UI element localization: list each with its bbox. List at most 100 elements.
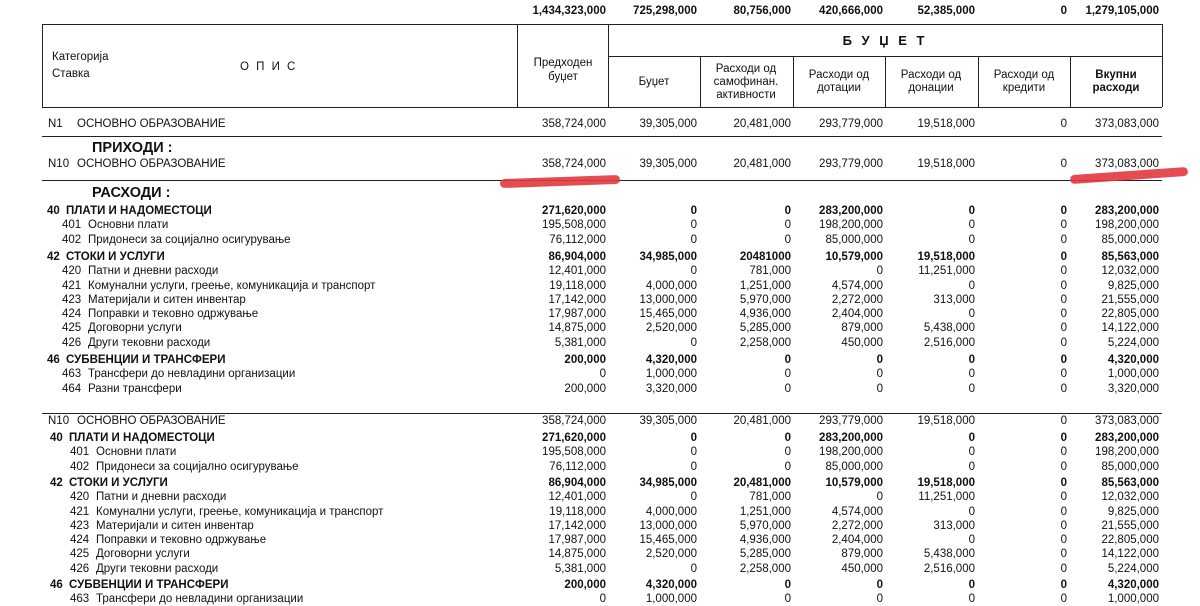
line-item-label: СТОКИ И УСЛУГИ	[69, 476, 168, 489]
line-item-label: Комунални услуги, греење, комуникација и…	[96, 505, 384, 518]
line-item-label: Патни и дневни расходи	[88, 265, 219, 278]
line-item-label: Материјали и ситен инвентар	[96, 519, 254, 532]
line-item-label: Придонеси за социјално осигурување	[88, 233, 291, 246]
total-expenditures-value: 5,224,000	[1107, 336, 1159, 349]
line-item-code: 424	[70, 534, 90, 547]
header-bottom-border	[42, 107, 1162, 108]
total-expenditures-value: 1,000,000	[1107, 593, 1159, 606]
line-item-label: ПЛАТИ И НАДОМЕСТОЦИ	[69, 432, 215, 444]
line-item-label: Разни трансфери	[88, 382, 182, 395]
total-expenditures-value: 22,805,000	[1101, 534, 1159, 547]
total-expenditures-value: 3,320,000	[1107, 382, 1159, 395]
total-expenditures-value: 14,122,000	[1101, 548, 1159, 561]
column-header-grants: Расходи од	[808, 69, 870, 81]
line-item-code: 421	[70, 505, 90, 518]
total-expenditures-value: 12,032,000	[1101, 265, 1159, 278]
row-code: N1	[48, 118, 63, 130]
total-expenditures-value: 198,200,000	[1095, 219, 1159, 232]
line-item-code: 402	[70, 460, 90, 473]
line-item-code: 464	[62, 382, 82, 395]
row-label: ОСНОВНО ОБРАЗОВАНИЕ	[77, 118, 226, 130]
line-item-label: Трансфери до невладини организации	[96, 593, 304, 606]
line-item-label: Придонеси за социјално осигурување	[96, 460, 299, 473]
expenditures-heading: РАСХОДИ :	[92, 185, 171, 201]
total-expenditures-value: 198,200,000	[1095, 446, 1159, 459]
line-item-label: СУБВЕНЦИИ И ТРАНСФЕРИ	[69, 579, 229, 591]
total-expenditures-value: 9,825,000	[1107, 279, 1159, 292]
column-header-total-expenditures: расходи	[1092, 82, 1140, 94]
total-expenditures-value: 14,122,000	[1101, 322, 1159, 335]
total-expenditures-value: 4,320,000	[1107, 354, 1159, 366]
row-label: ОСНОВНО ОБРАЗОВАНИЕ	[77, 158, 226, 170]
row-code: N10	[48, 158, 70, 170]
section-divider	[42, 136, 1162, 137]
row-label: ОСНОВНО ОБРАЗОВАНИЕ	[77, 415, 226, 427]
column-header-donations: донации	[908, 82, 954, 94]
red-highlight-mark	[499, 174, 621, 189]
line-item-code: 421	[62, 279, 82, 292]
budget-document-page: 1,434,323,000 725,298,000 80,756,000 420,66…	[0, 0, 1200, 605]
column-header-total-expenditures: Вкупни	[1095, 69, 1137, 81]
line-item-code: 420	[62, 265, 82, 278]
column-header-donations: Расходи од	[900, 69, 962, 81]
category-header: Категорија	[52, 51, 109, 63]
line-item-code: 420	[70, 491, 90, 504]
line-item-code: 40	[47, 205, 60, 217]
previous-budget-header-line1: Предходен	[533, 57, 593, 69]
line-item-label: Други тековни расходи	[88, 336, 211, 349]
line-item-label: Поправки и тековно одржување	[88, 308, 259, 321]
total-expenditures-value: 283,200,000	[1095, 432, 1159, 444]
total-expenditures-value: 85,563,000	[1101, 250, 1159, 263]
total-expenditures-value: 85,000,000	[1101, 460, 1159, 473]
column-header-self-financing: самофинан.	[713, 75, 779, 88]
line-item-code: 426	[62, 336, 82, 349]
total-expenditures-value: 283,200,000	[1095, 205, 1159, 217]
column-header-budget: Буџет	[638, 75, 670, 88]
header-left-border	[42, 24, 43, 107]
total-expenditures-value: 85,000,000	[1101, 233, 1159, 246]
column-header-self-financing: Расходи од	[715, 62, 777, 75]
line-item-code: 42	[47, 250, 60, 263]
line-item-label: Договорни услуги	[88, 322, 182, 335]
line-item-code: 424	[62, 308, 82, 321]
header-top-border	[42, 24, 1162, 25]
total-expenditures-value: 373,083,000	[1095, 158, 1159, 170]
line-item-code: 40	[50, 432, 63, 444]
total-expenditures-value: 12,032,000	[1101, 491, 1159, 504]
line-item-code: 401	[70, 446, 90, 459]
total-expenditures-value: 21,555,000	[1101, 293, 1159, 306]
line-item-label: Материјали и ситен инвентар	[88, 293, 246, 306]
line-item-code: 425	[62, 322, 82, 335]
budget-header-title: Б У Џ Е Т	[842, 33, 928, 48]
total-expenditures-value: 21,555,000	[1101, 519, 1159, 532]
total-expenditures-value: 9,825,000	[1107, 505, 1159, 518]
line-item-label: Трансфери до невладини организации	[88, 368, 296, 381]
total-expenditures-value: 373,083,000	[1095, 415, 1159, 427]
top-total-total-expenditures: 1,279,105,000	[1085, 5, 1159, 17]
line-item-code: 402	[62, 233, 82, 246]
total-expenditures-value: 5,224,000	[1107, 562, 1159, 575]
column-header-credits: кредити	[1002, 82, 1046, 94]
item-header: Ставка	[52, 68, 90, 80]
line-item-label: СУБВЕНЦИИ И ТРАНСФЕРИ	[66, 354, 226, 366]
description-header: О П И С	[240, 61, 298, 73]
line-item-code: 425	[70, 548, 90, 561]
row-code: N10	[48, 415, 70, 427]
line-item-code: 423	[62, 293, 82, 306]
total-expenditures-value: 373,083,000	[1095, 118, 1159, 130]
line-item-code: 463	[70, 593, 90, 606]
line-item-code: 423	[70, 519, 90, 532]
total-expenditures-value: 1,000,000	[1107, 368, 1159, 381]
line-item-label: СТОКИ И УСЛУГИ	[66, 250, 165, 263]
line-item-code: 46	[50, 579, 63, 591]
column-header-self-financing: активности	[716, 88, 776, 101]
column-header-grants: дотации	[817, 82, 861, 94]
line-item-code: 426	[70, 562, 90, 575]
line-item-code: 401	[62, 219, 82, 232]
line-item-label: Патни и дневни расходи	[96, 491, 227, 504]
line-item-label: Договорни услуги	[96, 548, 190, 561]
total-expenditures-value: 4,320,000	[1107, 579, 1159, 591]
header-right-border	[1162, 24, 1163, 107]
line-item-code: 463	[62, 368, 82, 381]
previous-budget-header-line2: буџет	[548, 71, 578, 83]
